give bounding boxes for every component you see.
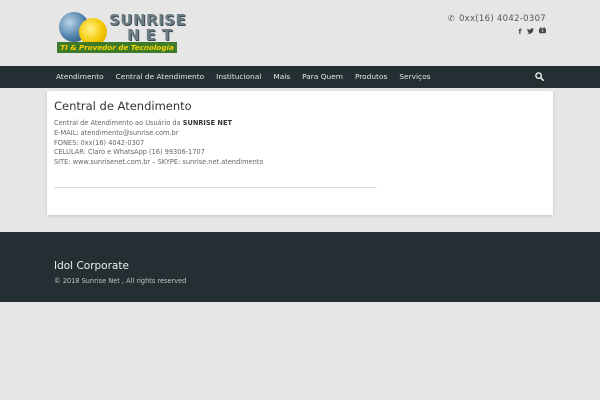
twitter-icon[interactable]: [526, 28, 536, 36]
nav-item-institucional[interactable]: Institucional: [210, 66, 267, 88]
site-logo[interactable]: SUNRISE NET TI & Provedor de Tecnologia: [57, 11, 186, 54]
header-phone-number: 0xx(16) 4042-0307: [458, 14, 546, 24]
site-line[interactable]: SITE: www.sunrisenet.com.br – SKYPE: sun…: [54, 158, 263, 168]
nav-item-para-quem[interactable]: Para Quem: [296, 66, 349, 88]
page-title: Central de Atendimento: [54, 99, 192, 113]
nav-item-produtos[interactable]: Produtos: [349, 66, 393, 88]
mobile-line: CELULAR: Claro e WhatsApp (16) 99306-170…: [54, 148, 205, 157]
footer-title: Idol Corporate: [54, 260, 129, 272]
nav-item-mais[interactable]: Mais: [267, 66, 296, 88]
youtube-icon[interactable]: [539, 27, 546, 36]
content-divider: [54, 187, 377, 188]
intro-brand: SUNRISE NET: [182, 119, 232, 127]
footer-copyright: © 2018 Sunrise Net , All rights reserved: [54, 277, 187, 285]
intro-line: Central de Atendimento ao Usuário da SUN…: [54, 119, 263, 129]
phone-icon: ✆: [447, 14, 455, 23]
site-footer: Idol Corporate © 2018 Sunrise Net , All …: [0, 232, 600, 302]
nav-item-servicos[interactable]: Serviços: [393, 66, 436, 88]
main-nav: Atendimento Central de Atendimento Insti…: [0, 66, 600, 88]
content-card: Central de Atendimento Central de Atendi…: [47, 91, 553, 215]
intro-text: Central de Atendimento ao Usuário da: [54, 119, 181, 127]
social-links: f: [448, 27, 546, 36]
contact-details: Central de Atendimento ao Usuário da SUN…: [54, 119, 263, 168]
search-icon[interactable]: [535, 72, 544, 81]
facebook-icon[interactable]: f: [518, 28, 521, 36]
nav-item-atendimento[interactable]: Atendimento: [50, 66, 110, 88]
email-line[interactable]: E-MAIL: atendimento@sunrise.com.br: [54, 129, 263, 139]
nav-item-central-de-atendimento[interactable]: Central de Atendimento: [110, 66, 211, 88]
site-header: SUNRISE NET TI & Provedor de Tecnologia …: [0, 0, 600, 66]
logo-tagline: TI & Provedor de Tecnologia: [57, 42, 177, 53]
header-phone: ✆ 0xx(16) 4042-0307: [448, 14, 546, 24]
phones-line: FONES: 0xx(16) 4042-0307: [54, 138, 145, 147]
nav-menu: Atendimento Central de Atendimento Insti…: [50, 66, 436, 88]
header-contact: ✆ 0xx(16) 4042-0307 f: [448, 14, 546, 36]
